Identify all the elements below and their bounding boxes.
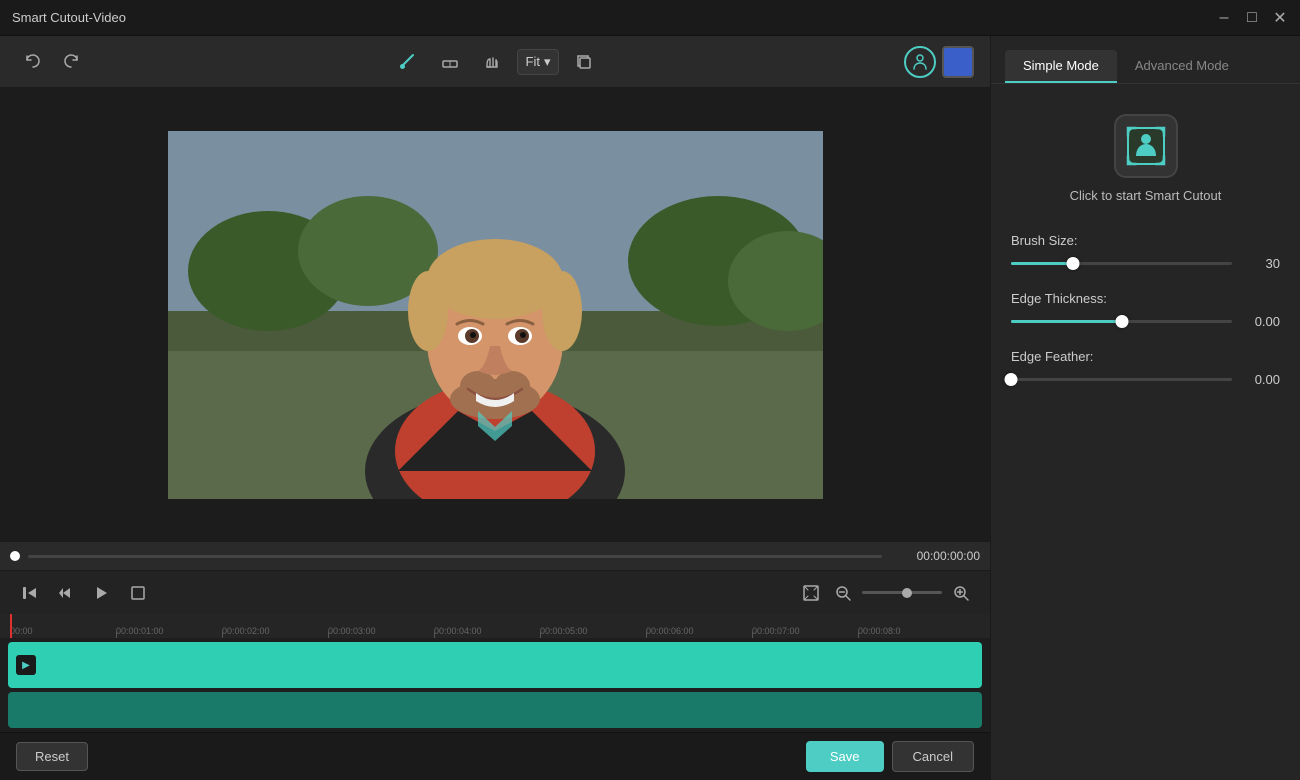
edge-feather-group: Edge Feather: 0.00: [1011, 349, 1280, 387]
advanced-mode-tab[interactable]: Advanced Mode: [1117, 50, 1247, 83]
brush-size-group: Brush Size: 30: [1011, 233, 1280, 271]
ruler-mark-2: 00:00:02:00: [222, 626, 328, 636]
zoom-in-button[interactable]: [948, 580, 974, 606]
edge-thickness-value: 0.00: [1242, 314, 1280, 329]
toolbar: Fit ▾: [0, 36, 990, 88]
scrubber-thumb[interactable]: [10, 551, 20, 561]
brush-size-track[interactable]: [1011, 262, 1232, 265]
edge-feather-value: 0.00: [1242, 372, 1280, 387]
track-icon-primary: ▶: [16, 655, 36, 675]
cutout-label: Click to start Smart Cutout: [1070, 188, 1222, 203]
stop-button[interactable]: [124, 579, 152, 607]
edge-thickness-fill: [1011, 320, 1122, 323]
brush-size-fill: [1011, 262, 1073, 265]
edge-feather-track[interactable]: [1011, 378, 1232, 381]
fit-dropdown[interactable]: Fit ▾: [517, 49, 560, 75]
edge-thickness-track[interactable]: [1011, 320, 1232, 323]
title-bar-left: Smart Cutout-Video: [12, 10, 126, 25]
bottom-bar: Reset Save Cancel: [0, 732, 990, 780]
cancel-button[interactable]: Cancel: [892, 741, 974, 772]
ruler-mark-5: 00:00:05:00: [540, 626, 646, 636]
ruler-mark-3: 00:00:03:00: [328, 626, 434, 636]
title-bar: Smart Cutout-Video – □ ✕: [0, 0, 1300, 36]
timeline-playhead: [10, 614, 12, 638]
person-button[interactable]: [904, 46, 936, 78]
zoom-out-button[interactable]: [830, 580, 856, 606]
video-area: [0, 88, 990, 542]
hand-button[interactable]: [475, 45, 509, 79]
brush-size-value: 30: [1242, 256, 1280, 271]
ruler-mark-8: 00:00:08:0: [858, 626, 964, 636]
zoom-slider-track[interactable]: [862, 591, 942, 594]
bottom-right: Save Cancel: [806, 741, 974, 772]
scrubber-track[interactable]: [28, 555, 882, 558]
left-panel: Fit ▾: [0, 36, 990, 780]
expand-button[interactable]: [798, 580, 824, 606]
scrubber-bar: 00:00:00:00: [0, 542, 990, 570]
main-container: Fit ▾: [0, 36, 1300, 780]
timeline-tracks: ▶: [0, 638, 990, 732]
eraser-button[interactable]: [433, 45, 467, 79]
playback-left: [16, 579, 152, 607]
cutout-icon-area: Click to start Smart Cutout: [1011, 104, 1280, 213]
redo-button[interactable]: [54, 45, 88, 79]
edge-feather-row: 0.00: [1011, 372, 1280, 387]
playback-controls: [0, 570, 990, 614]
edge-thickness-label: Edge Thickness:: [1011, 291, 1280, 306]
timeline-area: 00:00 00:00:01:00 00:00:02:00 00:00:03:0…: [0, 614, 990, 732]
zoom-slider-thumb[interactable]: [902, 588, 912, 598]
timeline-ruler-marks: 00:00 00:00:01:00 00:00:02:00 00:00:03:0…: [10, 626, 964, 636]
video-frame: [168, 131, 823, 499]
timeline-track-primary[interactable]: ▶: [8, 642, 982, 688]
toolbar-right: [904, 46, 974, 78]
edge-thickness-thumb[interactable]: [1115, 315, 1128, 328]
maximize-button[interactable]: □: [1244, 10, 1260, 26]
ruler-mark-4: 00:00:04:00: [434, 626, 540, 636]
mode-tabs: Simple Mode Advanced Mode: [991, 36, 1300, 84]
brush-size-thumb[interactable]: [1066, 257, 1079, 270]
ruler-mark-6: 00:00:06:00: [646, 626, 752, 636]
timeline-ruler: 00:00 00:00:01:00 00:00:02:00 00:00:03:0…: [0, 614, 990, 638]
edge-thickness-row: 0.00: [1011, 314, 1280, 329]
copy-button[interactable]: [567, 45, 601, 79]
simple-mode-tab[interactable]: Simple Mode: [1005, 50, 1117, 83]
title-bar-controls: – □ ✕: [1216, 10, 1288, 26]
panel-content: Click to start Smart Cutout Brush Size: …: [991, 84, 1300, 780]
ruler-mark-1: 00:00:01:00: [116, 626, 222, 636]
step-back-button[interactable]: [52, 579, 80, 607]
ruler-mark-0: 00:00: [10, 626, 116, 636]
reset-button[interactable]: Reset: [16, 742, 88, 771]
time-display: 00:00:00:00: [890, 549, 980, 563]
dropdown-arrow-icon: ▾: [544, 54, 551, 70]
right-panel: Simple Mode Advanced Mode: [990, 36, 1300, 780]
edge-thickness-group: Edge Thickness: 0.00: [1011, 291, 1280, 329]
fit-label: Fit: [526, 54, 540, 69]
edge-feather-label: Edge Feather:: [1011, 349, 1280, 364]
save-button[interactable]: Save: [806, 741, 884, 772]
play-button[interactable]: [88, 579, 116, 607]
color-button[interactable]: [942, 46, 974, 78]
toolbar-center: Fit ▾: [92, 45, 900, 79]
brush-size-row: 30: [1011, 256, 1280, 271]
timeline-track-secondary[interactable]: [8, 692, 982, 728]
close-button[interactable]: ✕: [1272, 10, 1288, 26]
ruler-mark-7: 00:00:07:00: [752, 626, 858, 636]
undo-button[interactable]: [16, 45, 50, 79]
brush-button[interactable]: [391, 45, 425, 79]
playback-right: [798, 580, 974, 606]
edge-feather-thumb[interactable]: [1005, 373, 1018, 386]
minimize-button[interactable]: –: [1216, 10, 1232, 26]
smart-cutout-button[interactable]: [1114, 114, 1178, 178]
skip-back-button[interactable]: [16, 579, 44, 607]
brush-size-label: Brush Size:: [1011, 233, 1280, 248]
app-title: Smart Cutout-Video: [12, 10, 126, 25]
